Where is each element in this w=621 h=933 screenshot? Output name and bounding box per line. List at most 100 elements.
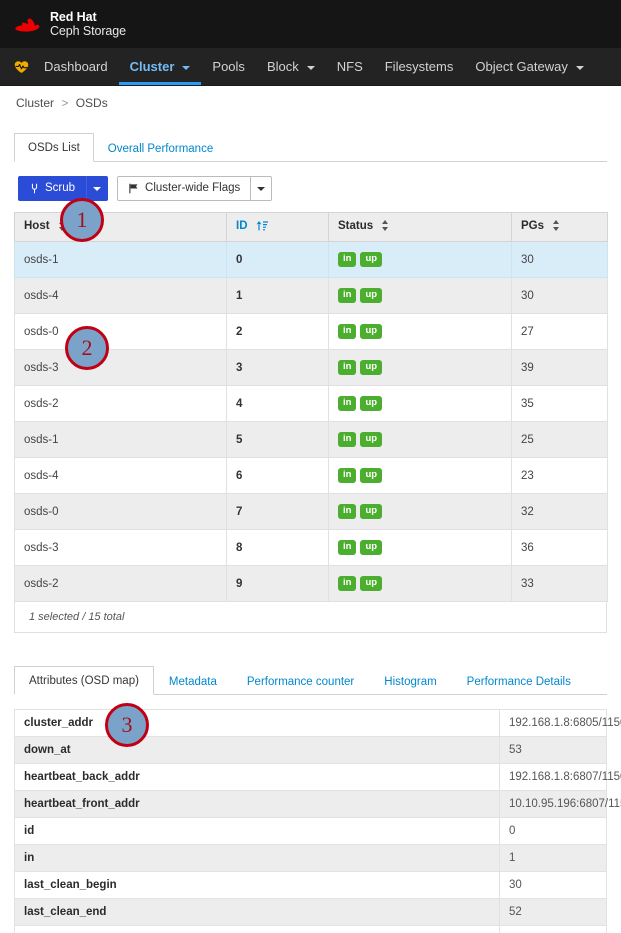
cell-pgs: 33 [511, 565, 608, 602]
table-row[interactable]: osds-4 1 in up 30 [14, 277, 608, 314]
cell-host: osds-1 [14, 421, 227, 458]
cell-id: 3 [226, 349, 329, 386]
status-badge: up [360, 504, 383, 519]
attribute-key: in [14, 844, 500, 872]
status-badge: in [338, 504, 357, 519]
attribute-value: 192.168.1.8:6807/1150 [499, 763, 621, 791]
status-badge: up [360, 396, 383, 411]
scrub-dropdown-toggle[interactable] [86, 176, 109, 201]
sort-ascending-icon [256, 220, 268, 234]
cell-pgs: 25 [511, 421, 608, 458]
annotation-badge-3: 3 [105, 703, 149, 747]
table-row[interactable]: osds-3 8 in up 36 [14, 529, 608, 566]
column-header-id[interactable]: ID [226, 212, 329, 242]
chevron-down-icon [575, 65, 584, 70]
brand-bar: Red Hat Ceph Storage [0, 0, 621, 48]
cell-pgs: 23 [511, 457, 608, 494]
attribute-key: cluster_addr [14, 709, 500, 737]
tab-metadata[interactable]: Metadata [154, 667, 232, 695]
cell-status: in up [328, 565, 512, 602]
cell-host: osds-0 [14, 493, 227, 530]
table-row[interactable]: osds-1 0 in up 30 [14, 241, 608, 278]
scrub-button-group: Scrub [18, 176, 109, 201]
cell-id: 5 [226, 421, 329, 458]
nav-item-dashboard[interactable]: Dashboard [33, 48, 119, 85]
tab-osds-list[interactable]: OSDs List [14, 133, 94, 162]
nav-item-label: Block [266, 59, 299, 74]
tab-label: Overall Performance [107, 143, 214, 155]
cell-id: 9 [226, 565, 329, 602]
breadcrumb: Cluster > OSDs [14, 86, 607, 119]
table-row[interactable]: osds-0 7 in up 32 [14, 493, 608, 530]
osd-toolbar: Scrub Cluster-wide Flags [14, 162, 607, 212]
breadcrumb-item-osds: OSDs [75, 96, 108, 110]
column-header-host[interactable]: Host [14, 212, 227, 242]
cell-host: osds-2 [14, 385, 227, 422]
nav-item-nfs[interactable]: NFS [326, 48, 374, 85]
attribute-value: 30 [499, 871, 607, 899]
chevron-down-icon [182, 65, 191, 70]
cell-id: 4 [226, 385, 329, 422]
cell-host: osds-1 [14, 241, 227, 278]
tab-histogram[interactable]: Histogram [369, 667, 451, 695]
attributes-table: cluster_addr 192.168.1.8:6805/1150 down_at… [14, 709, 621, 933]
tab-label: Metadata [168, 676, 217, 688]
attribute-key: down_at [14, 736, 500, 764]
nav-item-filesystems[interactable]: Filesystems [374, 48, 465, 85]
tab-overall-performance[interactable]: Overall Performance [94, 134, 227, 162]
attribute-key: last_clean_end [14, 898, 500, 926]
status-badge: in [338, 288, 357, 303]
table-row[interactable]: osds-1 5 in up 25 [14, 421, 608, 458]
nav-item-object-gateway[interactable]: Object Gateway [464, 48, 595, 85]
status-badge: up [360, 324, 383, 339]
cell-status: in up [328, 313, 512, 350]
table-row[interactable]: osds-2 4 in up 35 [14, 385, 608, 422]
caret-down-icon [257, 186, 266, 191]
status-badge: in [338, 252, 357, 267]
attributes-table-body: cluster_addr 192.168.1.8:6805/1150 down_at… [14, 709, 621, 933]
attribute-key: heartbeat_front_addr [14, 790, 500, 818]
status-badge: up [360, 576, 383, 591]
tab-attributes-osd-map[interactable]: Attributes (OSD map) [14, 666, 154, 695]
cluster-wide-flags-dropdown-toggle[interactable] [251, 176, 273, 201]
cluster-wide-flags-button[interactable]: Cluster-wide Flags [117, 176, 252, 201]
cell-id: 7 [226, 493, 329, 530]
cell-pgs: 27 [511, 313, 608, 350]
chevron-down-icon [306, 65, 315, 70]
attribute-row: heartbeat_back_addr 192.168.1.8:6807/1150 [14, 763, 621, 791]
brand-logo[interactable]: Red Hat Ceph Storage [13, 10, 126, 38]
attribute-value: 0 [499, 817, 607, 845]
nav-item-block[interactable]: Block [256, 48, 326, 85]
tab-label: OSDs List [28, 142, 80, 154]
nav-item-cluster[interactable]: Cluster [118, 48, 202, 85]
cell-status: in up [328, 277, 512, 314]
tab-label: Performance Details [466, 676, 571, 688]
nav-item-label: Dashboard [44, 59, 108, 74]
attribute-row: last_clean_end 52 [14, 898, 607, 926]
osd-page-tabs: OSDs List Overall Performance [14, 133, 607, 162]
status-badge: up [360, 252, 383, 267]
cell-id: 0 [226, 241, 329, 278]
tab-performance-counter[interactable]: Performance counter [232, 667, 369, 695]
cell-status: in up [328, 457, 512, 494]
page-content: Cluster > OSDs OSDs List Overall Perform… [0, 86, 621, 933]
brand-product: Ceph Storage [50, 24, 126, 38]
tab-performance-details[interactable]: Performance Details [452, 667, 586, 695]
column-header-status[interactable]: Status [328, 212, 512, 242]
cluster-wide-flags-button-group: Cluster-wide Flags [117, 176, 273, 201]
attribute-value: 1 [499, 844, 607, 872]
column-header-pgs[interactable]: PGs [511, 212, 608, 242]
nav-item-pools[interactable]: Pools [201, 48, 256, 85]
scrub-button[interactable]: Scrub [18, 176, 87, 201]
status-badge: in [338, 324, 357, 339]
table-row[interactable]: osds-2 9 in up 33 [14, 565, 608, 602]
table-row[interactable]: osds-4 6 in up 23 [14, 457, 608, 494]
cell-pgs: 30 [511, 241, 608, 278]
cell-id: 2 [226, 313, 329, 350]
cell-host: osds-3 [14, 529, 227, 566]
nav-dashboard-icon-wrap[interactable] [8, 48, 33, 85]
breadcrumb-item-cluster[interactable]: Cluster [16, 96, 54, 110]
cell-pgs: 32 [511, 493, 608, 530]
attribute-row: in 1 [14, 844, 607, 872]
nav-item-label: NFS [336, 59, 363, 74]
